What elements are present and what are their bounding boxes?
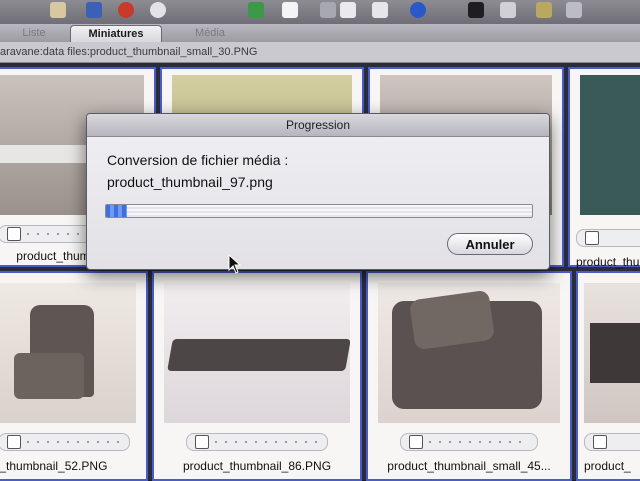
table-icon[interactable] <box>248 2 264 18</box>
checkbox[interactable] <box>585 231 599 245</box>
progress-dialog: Progression Conversion de fichier média … <box>86 113 550 270</box>
progress-fill <box>106 205 128 217</box>
edit-icon[interactable] <box>50 2 66 18</box>
checkbox[interactable] <box>593 435 607 449</box>
tab-liste[interactable]: Liste <box>4 25 64 42</box>
thumbnail-controls[interactable] <box>0 433 130 451</box>
thumbnail-label: product_thumbnail_small_45... <box>387 459 551 473</box>
progress-bar <box>105 204 533 218</box>
tab-media[interactable]: Média <box>170 25 250 42</box>
view-tabs: Liste Miniatures Média <box>0 24 640 43</box>
progress-message: Conversion de fichier média : <box>107 152 289 168</box>
dialog-title: Progression <box>87 114 549 137</box>
square-icon[interactable] <box>468 2 484 18</box>
thumbnail-cell[interactable]: t_thumbnail_52.PNG <box>0 271 148 481</box>
chart-icon[interactable] <box>372 2 388 18</box>
thumbnail-image <box>164 283 350 423</box>
stop-icon[interactable] <box>118 2 134 18</box>
toolbar <box>0 0 640 25</box>
bar-chart-icon[interactable] <box>320 2 336 18</box>
thumbnail-label: product_thum <box>576 255 640 269</box>
thumbnail-image <box>580 75 640 215</box>
play-icon[interactable] <box>410 2 426 18</box>
print-icon[interactable] <box>566 2 582 18</box>
bench-image <box>167 339 350 371</box>
thumbnail-cell[interactable]: product_thumbnail_86.PNG <box>152 271 362 481</box>
thumbnail-controls[interactable] <box>186 433 328 451</box>
thumbnail-label: product_thumbnail_86.PNG <box>182 459 332 473</box>
checkbox[interactable] <box>7 435 21 449</box>
thumbnail-cell[interactable]: product_thum <box>568 67 640 269</box>
web-icon[interactable] <box>150 2 166 18</box>
checkbox[interactable] <box>409 435 423 449</box>
tab-miniatures[interactable]: Miniatures <box>70 25 162 43</box>
mouse-cursor-icon <box>228 254 242 274</box>
arrows-icon[interactable] <box>536 2 552 18</box>
text-format-icon[interactable] <box>340 2 356 18</box>
image-icon[interactable] <box>500 2 516 18</box>
thumbnail-controls[interactable] <box>576 229 640 247</box>
file-path: aravane:data files:product_thumbnail_sma… <box>0 42 640 63</box>
thumbnail-cell[interactable]: product_thumbnail_small_45... <box>366 271 572 481</box>
close-box-icon[interactable] <box>282 2 298 18</box>
thumbnail-label: product_ <box>584 459 631 473</box>
grid-icon[interactable] <box>86 2 102 18</box>
checkbox[interactable] <box>195 435 209 449</box>
cancel-button[interactable]: Annuler <box>447 233 533 255</box>
thumbnail-image <box>0 283 136 423</box>
progress-filename: product_thumbnail_97.png <box>107 174 273 190</box>
thumbnail-controls[interactable] <box>584 433 640 451</box>
checkbox[interactable] <box>7 227 21 241</box>
thumbnail-image <box>584 283 640 423</box>
thumbnail-controls[interactable] <box>400 433 538 451</box>
thumbnail-cell[interactable]: product_ <box>576 271 640 481</box>
thumbnail-label: t_thumbnail_52.PNG <box>0 459 108 473</box>
thumbnail-image <box>378 283 560 423</box>
